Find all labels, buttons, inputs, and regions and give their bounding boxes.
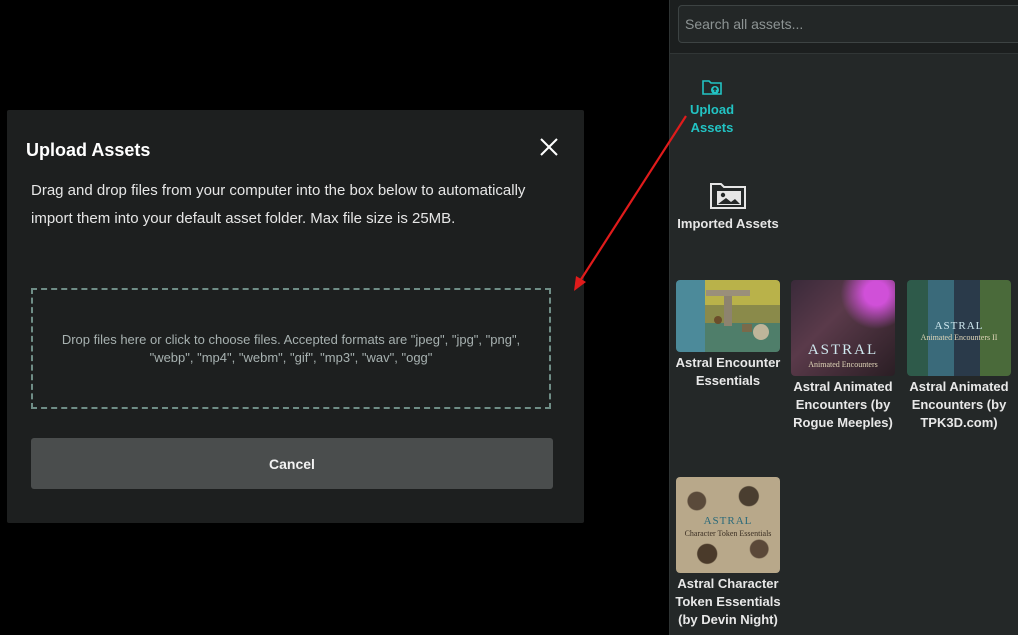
upload-assets-folder[interactable]: Upload Assets: [680, 78, 744, 137]
cancel-button[interactable]: Cancel: [31, 438, 553, 489]
asset-card[interactable]: ASTRAL Animated Encounters Astral Animat…: [789, 280, 897, 432]
asset-label: Astral Animated Encounters (by Rogue Mee…: [793, 379, 893, 430]
close-button[interactable]: [537, 135, 561, 159]
asset-card[interactable]: ASTRAL Animated Encounters II Astral Ani…: [905, 280, 1013, 432]
dialog-title: Upload Assets: [26, 140, 151, 160]
asset-library-panel: Upload Assets Imported Assets: [669, 0, 1018, 635]
image-folder-icon: [710, 183, 746, 209]
app-screen: Upload Assets Drag and drop files from y…: [0, 0, 1018, 635]
asset-label: Astral Animated Encounters (by TPK3D.com…: [909, 379, 1009, 430]
upload-assets-label: Upload Assets: [689, 102, 735, 135]
asset-thumbnail: ASTRAL Character Token Essentials: [676, 477, 780, 573]
thumb-logo-text: ASTRAL: [807, 342, 879, 358]
asset-label: Astral Encounter Essentials: [675, 355, 781, 388]
thumb-logo-text: ASTRAL: [934, 320, 984, 332]
close-icon[interactable]: [537, 135, 561, 159]
asset-thumbnail: ASTRAL Animated Encounters: [791, 280, 895, 376]
asset-card[interactable]: ASTRAL Character Token Essentials Astral…: [674, 477, 782, 629]
thumb-logo-subtext: Animated Encounters II: [920, 333, 998, 342]
thumb-logo-text: ASTRAL: [703, 515, 753, 527]
dialog-description: Drag and drop files from your computer i…: [31, 182, 526, 227]
thumb-logo-subtext: Animated Encounters: [808, 360, 878, 369]
imported-assets-label: Imported Assets: [677, 216, 779, 231]
asset-thumbnail: ASTRAL Animated Encounters II: [907, 280, 1011, 376]
upload-folder-icon: [702, 80, 722, 95]
thumb-logo-subtext: Character Token Essentials: [684, 529, 772, 538]
imported-assets-folder[interactable]: Imported Assets: [672, 180, 784, 233]
asset-thumbnail: [676, 280, 780, 352]
file-dropzone[interactable]: Drop files here or click to choose files…: [31, 288, 551, 409]
asset-card[interactable]: Astral Encounter Essentials: [674, 280, 782, 390]
dropzone-instructions: Drop files here or click to choose files…: [61, 331, 521, 365]
search-bar: [670, 0, 1018, 54]
search-input[interactable]: [678, 5, 1018, 43]
upload-assets-dialog: Upload Assets Drag and drop files from y…: [7, 110, 584, 523]
asset-label: Astral Character Token Essentials (by De…: [675, 576, 781, 627]
